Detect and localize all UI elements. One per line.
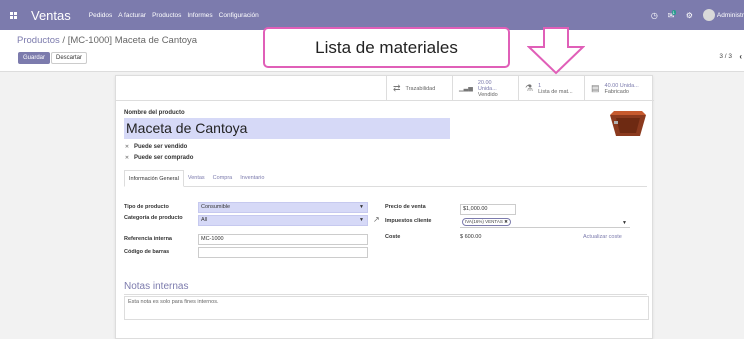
manufactured-label: Fabricado	[604, 88, 629, 95]
barcode-input[interactable]	[198, 247, 368, 258]
form-sheet: ⇄ Trazabilidad ▁▃▅ 20.00 Unida... Vendido…	[115, 75, 654, 339]
category-value: All	[201, 217, 208, 223]
checkbox-icon[interactable]: ✕	[124, 144, 130, 150]
breadcrumb-parent[interactable]: Productos	[17, 35, 60, 46]
product-type-value: Consumible	[201, 204, 231, 210]
app-name[interactable]: Ventas	[31, 8, 71, 23]
traceability-button[interactable]: ⇄ Trazabilidad	[386, 76, 452, 101]
manufactured-value: 40.00 Unida...	[604, 82, 639, 89]
top-navbar: Ventas Pedidos A facturar Productos Info…	[0, 0, 744, 30]
bom-button[interactable]: ⚗ 1 Lista de mat...	[518, 76, 584, 101]
tab-inventario[interactable]: Inventario	[236, 170, 268, 186]
chevron-down-icon: ▼	[622, 220, 627, 226]
customer-taxes-label: Impuestos cliente	[385, 218, 432, 224]
can-be-purchased-label: Puede ser comprado	[134, 155, 194, 161]
apps-menu-icon[interactable]	[10, 11, 17, 19]
chevron-down-icon: ▼	[359, 217, 364, 223]
sold-button[interactable]: ▁▃▅ 20.00 Unida... Vendido	[452, 76, 518, 101]
tab-compra[interactable]: Compra	[209, 170, 237, 186]
remove-tag-icon[interactable]: ✖	[504, 219, 508, 224]
smart-buttons-bar: ⇄ Trazabilidad ▁▃▅ 20.00 Unida... Vendido…	[116, 76, 654, 101]
pager-counter[interactable]: 3 / 3	[719, 53, 732, 60]
avatar[interactable]	[702, 9, 715, 21]
bar-chart-icon: ▁▃▅	[459, 86, 473, 92]
debug-icon[interactable]: ⚙	[686, 11, 693, 20]
down-arrow-icon	[527, 27, 585, 75]
internal-notes-input[interactable]: Esta nota es solo para fines internos.	[124, 296, 649, 320]
discard-button[interactable]: Descartar	[51, 52, 88, 64]
tax-tag[interactable]: IVA(16%) VENTAS ✖	[462, 218, 511, 226]
sold-label: Vendido	[477, 91, 498, 98]
form-tabs: Información General Ventas Compra Invent…	[124, 170, 647, 187]
save-button[interactable]: Guardar	[18, 52, 51, 64]
sale-price-input[interactable]: $1,000.00	[460, 204, 516, 215]
external-link-icon[interactable]: ↗	[373, 215, 380, 224]
nav-informes[interactable]: Informes	[187, 12, 212, 19]
can-be-sold-label: Puede ser vendido	[134, 144, 188, 150]
manufactured-button[interactable]: ▤ 40.00 Unida... Fabricado	[584, 76, 654, 101]
arrows-icon: ⇄	[393, 83, 401, 93]
internal-ref-input[interactable]: MC-1000	[198, 234, 368, 245]
can-be-purchased-row[interactable]: ✕ Puede ser comprado	[124, 155, 193, 161]
traceability-label: Trazabilidad	[405, 85, 436, 92]
tax-tag-label: IVA(16%) VENTAS	[465, 219, 503, 224]
product-name-label: Nombre del producto	[124, 110, 185, 116]
user-menu[interactable]: Administr	[717, 12, 744, 19]
product-type-select[interactable]: Consumible ▼	[198, 202, 368, 213]
flask-icon: ⚗	[525, 83, 534, 93]
nav-pedidos[interactable]: Pedidos	[89, 12, 113, 19]
nav-productos[interactable]: Productos	[152, 12, 181, 19]
nav-configuracion[interactable]: Configuración	[219, 12, 259, 19]
product-image[interactable]	[606, 106, 650, 138]
breadcrumb-separator: /	[59, 35, 68, 46]
sale-price-label: Precio de venta	[385, 204, 426, 210]
category-label: Categoría de producto	[124, 215, 183, 221]
annotation-callout: Lista de materiales	[263, 27, 510, 68]
tab-general[interactable]: Información General	[124, 170, 184, 187]
internal-ref-label: Referencia interna	[124, 236, 172, 242]
divider	[124, 294, 647, 295]
cost-value: $ 600.00	[460, 234, 482, 240]
product-name-input[interactable]: Maceta de Cantoya	[124, 118, 450, 139]
pager-prev-icon[interactable]: ‹	[739, 52, 742, 61]
checkbox-icon[interactable]: ✕	[124, 155, 130, 161]
cost-label: Coste	[385, 234, 401, 240]
barcode-label: Código de barras	[124, 249, 170, 255]
product-type-label: Tipo de producto	[124, 204, 169, 210]
can-be-sold-row[interactable]: ✕ Puede ser vendido	[124, 144, 187, 150]
factory-icon: ▤	[591, 83, 600, 93]
bom-label: Lista de mat...	[538, 88, 573, 95]
tab-ventas[interactable]: Ventas	[184, 170, 209, 186]
nav-a-facturar[interactable]: A facturar	[118, 12, 146, 19]
breadcrumb-current: [MC-1000] Maceta de Cantoya	[67, 35, 198, 46]
update-cost-link[interactable]: Actualizar coste	[583, 234, 622, 240]
category-select[interactable]: All ▼	[198, 215, 368, 226]
internal-notes-title: Notas internas	[124, 281, 189, 292]
messages-badge: 1	[671, 9, 676, 15]
sold-value: 20.00 Unida...	[477, 79, 497, 92]
customer-taxes-field[interactable]: IVA(16%) VENTAS ✖ ▼	[460, 217, 630, 228]
clock-icon[interactable]: ◷	[651, 11, 658, 20]
breadcrumb: Productos / [MC-1000] Maceta de Cantoya	[17, 35, 197, 46]
chevron-down-icon: ▼	[359, 204, 364, 210]
